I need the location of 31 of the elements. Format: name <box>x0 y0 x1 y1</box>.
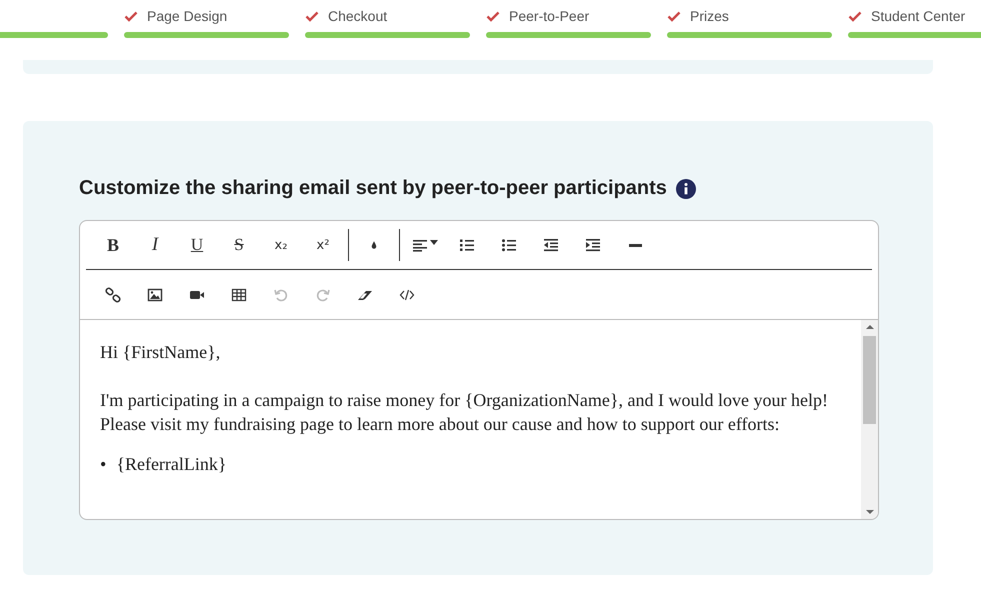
indent-icon <box>585 237 601 253</box>
undo-icon <box>273 286 289 302</box>
email-paragraph: I'm participating in a campaign to raise money for {OrganizationName}, and I would love your help! <box>100 389 829 412</box>
step-label[interactable]: Checkout <box>328 8 388 24</box>
bold-button[interactable]: B <box>92 229 134 261</box>
redo-icon <box>315 286 331 302</box>
bullet-marker: • <box>100 453 106 476</box>
image-icon <box>147 286 163 302</box>
step-label[interactable]: Page Design <box>147 8 228 24</box>
email-paragraph: Please visit my fundraising page to learn more about our cause and how to support our efforts: <box>100 413 781 436</box>
italic-button[interactable]: I <box>134 229 176 261</box>
email-greeting: Hi {FirstName}, <box>100 341 222 364</box>
rich-text-editor[interactable] <box>79 220 879 520</box>
link-icon <box>105 286 121 302</box>
step-label[interactable]: Student Center <box>871 8 966 24</box>
caret-icon <box>430 240 438 244</box>
bullet-list-icon <box>501 237 517 253</box>
subscript-button[interactable]: x₂ <box>260 229 302 261</box>
table-icon <box>231 286 247 302</box>
underline-button[interactable]: U <box>176 229 218 261</box>
list-item: {ReferralLink} <box>116 453 227 476</box>
numbered-list-icon <box>459 237 475 253</box>
outdent-icon <box>543 237 559 253</box>
step-label[interactable]: Prizes <box>690 8 729 24</box>
superscript-button[interactable]: x² <box>302 229 344 261</box>
step-label[interactable]: Peer-to-Peer <box>509 8 590 24</box>
scrollbar[interactable] <box>861 320 878 519</box>
info-icon[interactable] <box>676 178 696 198</box>
align-left-icon <box>412 237 428 253</box>
strikethrough-button[interactable]: S <box>218 229 260 261</box>
section-title: Customize the sharing email sent by peer-to-peer participants <box>79 177 667 200</box>
